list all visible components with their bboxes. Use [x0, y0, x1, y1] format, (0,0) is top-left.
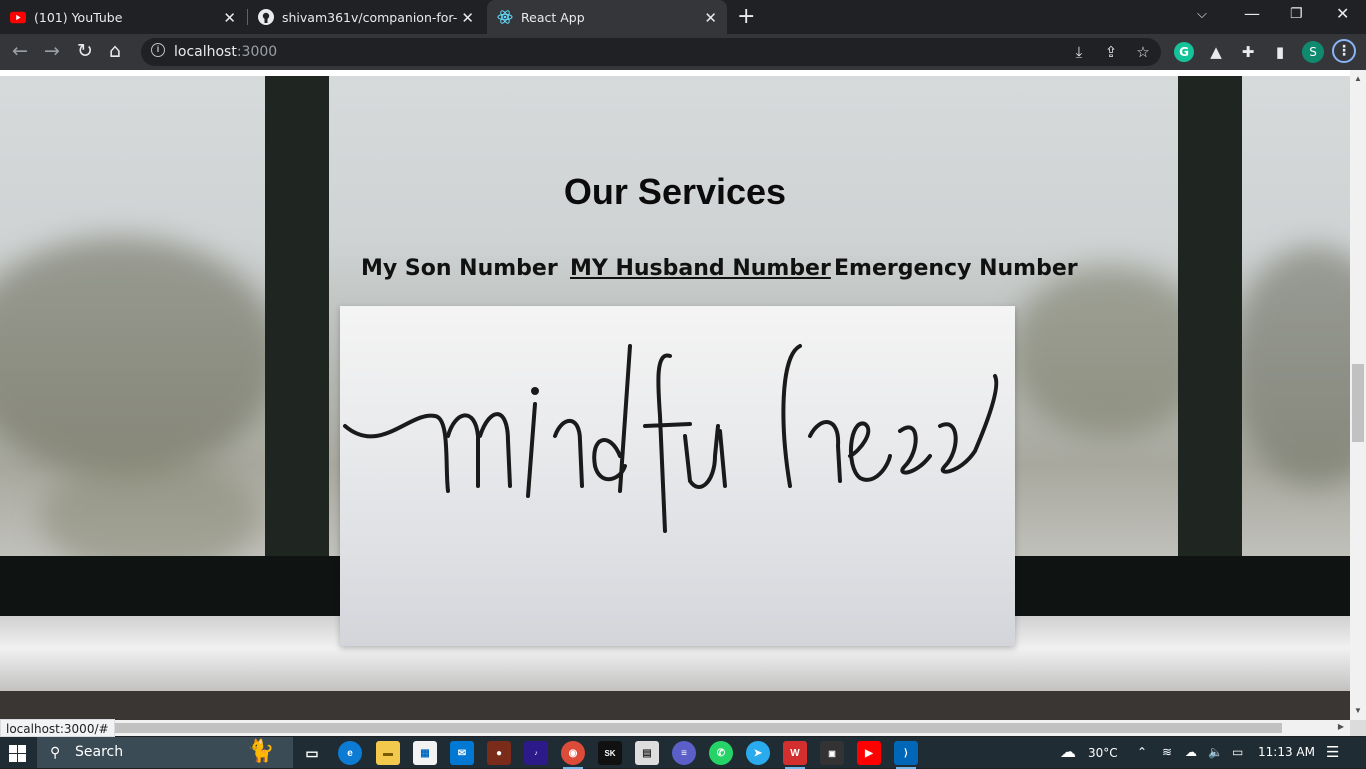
notifications-icon[interactable]: ☰ — [1326, 743, 1339, 761]
home-icon[interactable]: ⌂ — [109, 40, 121, 62]
tab-title: (101) YouTube — [34, 9, 123, 25]
tab-title: shivam361v/companion-for-elde — [282, 9, 458, 25]
back-icon[interactable]: ← — [12, 40, 28, 62]
url-host: localhost — [174, 44, 237, 60]
vscode-icon[interactable]: ⟩ — [894, 741, 918, 769]
scrollbar-corner — [1350, 720, 1366, 736]
amazon-music-icon[interactable]: ♪ — [524, 741, 548, 765]
vertical-scrollbar[interactable]: ▲ ▼ — [1350, 70, 1366, 720]
volume-icon[interactable]: 🔈 — [1208, 745, 1223, 759]
page-viewport: mindfulness Our Services My Son Number M… — [0, 70, 1350, 720]
github-icon — [258, 9, 274, 25]
grammarly-icon[interactable]: G — [1174, 42, 1194, 62]
minimize-icon[interactable]: — — [1244, 4, 1260, 23]
chrome-icon[interactable]: ◉ — [561, 741, 585, 769]
terminal-icon[interactable]: ▣ — [820, 741, 844, 765]
weather-icon[interactable]: ☁ — [1060, 742, 1076, 761]
mail-icon[interactable]: ✉ — [450, 741, 474, 765]
onedrive-icon[interactable]: ☁ — [1185, 745, 1197, 759]
mindfulness-script-art: mindfulness — [343, 344, 999, 533]
close-tab-icon[interactable]: ✕ — [461, 9, 474, 27]
tab-separator — [247, 9, 248, 25]
side-panel-icon[interactable]: ▮ — [1270, 42, 1290, 62]
husband-number-link[interactable]: MY Husband Number — [570, 256, 831, 281]
weather-temp[interactable]: 30°C — [1088, 746, 1118, 760]
forward-icon[interactable]: → — [44, 40, 60, 62]
youtube-app-icon[interactable]: ▶ — [857, 741, 881, 765]
windows-start-icon[interactable] — [9, 745, 26, 762]
browser-tab-strip: (101) YouTube ✕ shivam361v/companion-for… — [0, 0, 1366, 34]
app-icon[interactable]: ● — [487, 741, 511, 765]
chrome-menu-icon[interactable]: ⋮ — [1332, 39, 1356, 63]
windows-taskbar: ⚲ Search 🐈 ▭ e ▬ ▦ ✉ ● ♪ ◉ SK ▤ ≡ ✆ ➤ W … — [0, 737, 1366, 769]
extension-triangle-icon[interactable]: ▲ — [1206, 42, 1226, 62]
extensions-puzzle-icon[interactable]: ✚ — [1238, 42, 1258, 62]
youtube-icon — [10, 9, 26, 25]
close-tab-icon[interactable]: ✕ — [704, 9, 717, 27]
scroll-up-arrow-icon[interactable]: ▲ — [1354, 74, 1362, 83]
services-nav: My Son Number MY Husband Number Emergenc… — [0, 256, 1350, 286]
mindfulness-card: mindfulness — [340, 306, 1015, 646]
wps-office-icon[interactable]: W — [783, 741, 807, 769]
scroll-down-arrow-icon[interactable]: ▼ — [1354, 706, 1362, 715]
address-url: localhost:3000 — [174, 44, 277, 60]
task-view-icon[interactable]: ▭ — [300, 741, 324, 765]
taskbar-search-box[interactable]: ⚲ Search 🐈 — [37, 737, 293, 768]
vertical-scroll-thumb[interactable] — [1352, 364, 1364, 442]
tab-github[interactable]: shivam361v/companion-for-elde ✕ — [258, 0, 484, 34]
sk-app-icon[interactable]: SK — [598, 741, 622, 765]
restore-icon[interactable]: ❐ — [1290, 6, 1303, 22]
tab-react-app[interactable]: React App ✕ — [487, 0, 727, 34]
new-tab-icon[interactable]: + — [737, 4, 755, 29]
microsoft-store-icon[interactable]: ▦ — [413, 741, 437, 765]
install-app-icon[interactable]: ⤓ — [1069, 42, 1089, 62]
share-icon[interactable]: ⇪ — [1101, 42, 1121, 62]
telegram-icon[interactable]: ➤ — [746, 741, 770, 765]
tab-search-chevron-icon[interactable]: ⌵ — [1197, 7, 1207, 22]
reload-icon[interactable]: ↻ — [77, 40, 93, 62]
site-info-icon[interactable]: i — [151, 43, 165, 57]
page-title: Our Services — [563, 171, 787, 212]
profile-avatar[interactable]: S — [1302, 41, 1324, 63]
horizontal-scrollbar[interactable]: ▶ — [96, 720, 1350, 736]
close-tab-icon[interactable]: ✕ — [223, 9, 236, 27]
tray-overflow-chevron-icon[interactable]: ⌃ — [1137, 745, 1147, 759]
bookmark-star-icon[interactable]: ☆ — [1133, 42, 1153, 62]
battery-icon[interactable]: ▭ — [1232, 745, 1243, 759]
wifi-icon[interactable]: ≋ — [1162, 745, 1172, 759]
tab-youtube[interactable]: (101) YouTube ✕ — [10, 0, 246, 34]
whatsapp-icon[interactable]: ✆ — [709, 741, 733, 765]
app-stack-icon[interactable]: ≡ — [672, 741, 696, 765]
emergency-number-link[interactable]: Emergency Number — [834, 256, 1078, 281]
file-explorer-icon[interactable]: ▬ — [376, 741, 400, 765]
scroll-right-arrow-icon[interactable]: ▶ — [1338, 722, 1344, 731]
notepad-icon[interactable]: ▤ — [635, 741, 659, 765]
link-status-bubble: localhost:3000/# — [0, 719, 115, 737]
close-window-icon[interactable]: ✕ — [1336, 4, 1349, 23]
horizontal-scroll-thumb[interactable] — [100, 723, 1282, 733]
search-icon: ⚲ — [50, 744, 61, 760]
address-bar[interactable]: i localhost:3000 ⤓ ⇪ ☆ — [141, 38, 1161, 66]
search-label: Search — [75, 744, 124, 760]
edge-browser-icon[interactable]: e — [338, 741, 362, 765]
son-number-link[interactable]: My Son Number — [361, 256, 558, 281]
browser-toolbar: ← → ↻ ⌂ i localhost:3000 ⤓ ⇪ ☆ G ▲ ✚ ▮ S… — [0, 34, 1366, 70]
react-icon — [497, 9, 513, 25]
clock-time[interactable]: 11:13 AM — [1258, 745, 1315, 759]
tab-title: React App — [521, 9, 585, 25]
url-port: :3000 — [236, 44, 278, 60]
cat-search-highlight-icon: 🐈 — [247, 738, 275, 763]
